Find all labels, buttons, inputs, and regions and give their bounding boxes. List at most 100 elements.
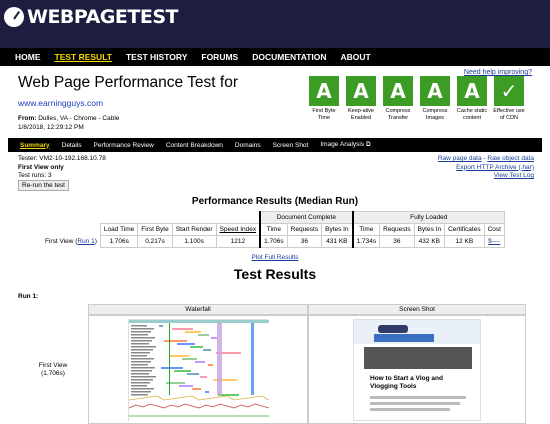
grade-item[interactable]: A First Byte Time: [308, 76, 340, 122]
grade-item[interactable]: A Keep-alive Enabled: [345, 76, 377, 122]
screenshot-hero-image: [364, 347, 472, 369]
site-header: WEBPAGETEST: [0, 0, 550, 48]
logo[interactable]: WEBPAGETEST: [4, 6, 178, 28]
perf-results-title: Performance Results (Median Run): [191, 196, 359, 207]
nav-test-result[interactable]: TEST RESULT: [55, 52, 112, 62]
waterfall-request-bar: [166, 382, 185, 384]
metric-value: 0.217s: [137, 235, 173, 248]
nav-documentation[interactable]: DOCUMENTATION: [252, 52, 326, 62]
grade-badge: ✓: [494, 76, 524, 106]
column-header: Load Time: [99, 223, 139, 236]
waterfall-request-bar: [172, 328, 193, 330]
main-nav: HOME TEST RESULT TEST HISTORY FORUMS DOCUMEN…: [0, 48, 550, 66]
waterfall-request-bar: [185, 331, 201, 333]
screenshot-article-title: How to Start a Vlog and Vlogging Tools: [370, 375, 443, 390]
tester-info: Tester: VM2-10-192.168.10.78 First View …: [18, 155, 106, 181]
tested-url-link[interactable]: www.earningguys.com: [18, 98, 103, 108]
nav-about[interactable]: ABOUT: [341, 52, 371, 62]
screenshot-text-line: [370, 396, 466, 399]
metric-value: 1212: [215, 235, 261, 248]
screenshot-banner: [374, 334, 434, 342]
subnav-tab[interactable]: Summary: [20, 142, 50, 149]
waterfall-request-bar: [161, 367, 183, 369]
export-har-link[interactable]: Export HTTP Archive (.har): [456, 164, 534, 171]
screenshot-text-line: [370, 402, 460, 405]
waterfall-request-label: [131, 367, 155, 369]
tester-id: Tester: VM2-10-192.168.10.78: [18, 155, 106, 162]
test-datetime: 1/8/2018, 12:29:12 PM: [18, 124, 84, 131]
waterfall-request-bar: [213, 379, 237, 381]
waterfall-request-label: [131, 337, 155, 339]
waterfall-request-bar: [164, 340, 187, 342]
waterfall-thumbnail[interactable]: [128, 319, 270, 422]
grade-item[interactable]: A Compress Transfer: [382, 76, 414, 122]
screenshot-thumbnail[interactable]: How to Start a Vlog and Vlogging Tools: [353, 319, 481, 421]
waterfall-request-label: [131, 331, 151, 333]
column-header: Time: [351, 223, 381, 236]
screenshot-site-header: [354, 320, 480, 344]
waterfall-request-bar: [169, 355, 189, 357]
waterfall-request-bar: [205, 391, 209, 393]
start-render-marker: [169, 323, 170, 395]
metric-value: 432 KB: [413, 235, 446, 248]
grade-item[interactable]: ✓ Effective use of CDN: [493, 76, 525, 122]
nav-forums[interactable]: FORUMS: [201, 52, 238, 62]
document-complete-header: Document Complete: [259, 211, 354, 224]
subnav-tab[interactable]: Performance Review: [94, 142, 154, 149]
logo-text: WEBPAGETEST: [27, 6, 178, 28]
test-location: From: Dulles, VA - Chrome - Cable 1/8/20…: [18, 114, 119, 132]
grade-label: Cache static content: [456, 108, 488, 121]
page: WEBPAGETEST HOME TEST RESULT TEST HISTORY F…: [0, 0, 550, 424]
metric-value[interactable]: $----: [483, 235, 505, 248]
subnav-tab[interactable]: Image Analysis ⧉: [320, 141, 370, 149]
grade-label: Keep-alive Enabled: [348, 108, 374, 121]
grade-item[interactable]: A Cache static content: [456, 76, 488, 122]
metric-value: 1.706s: [259, 235, 288, 248]
subnav-tab[interactable]: Details: [62, 142, 82, 149]
column-header: Bytes In: [413, 223, 446, 236]
metric-value: 431 KB: [321, 235, 354, 248]
subnav-tab[interactable]: Content Breakdown: [166, 142, 223, 149]
waterfall-request-label: [131, 325, 147, 327]
column-header[interactable]: Speed Index: [215, 223, 261, 236]
results-subnav: Summary Details Performance Review Content …: [8, 138, 542, 152]
subnav-tab[interactable]: Domains: [235, 142, 261, 149]
waterfall-request-label: [131, 361, 151, 363]
subnav-tab[interactable]: Screen Shot: [273, 142, 309, 149]
waterfall-request-label: [131, 376, 156, 378]
nav-test-history[interactable]: TEST HISTORY: [126, 52, 187, 62]
need-help-link[interactable]: Need help improving?: [464, 69, 532, 76]
grade-label: First Byte Time: [312, 108, 336, 121]
waterfall-request-label: [131, 355, 147, 357]
nav-home[interactable]: HOME: [15, 52, 41, 62]
rerun-button[interactable]: Re-run the test: [18, 180, 69, 191]
raw-page-data-link[interactable]: Raw page data: [438, 155, 482, 162]
run-1-link[interactable]: Run 1: [77, 238, 94, 245]
waterfall-request-label: [131, 352, 150, 354]
waterfall-request-label: [131, 340, 152, 342]
grade-badge: A: [457, 76, 487, 106]
column-header: Requests: [379, 223, 415, 236]
column-header: Bytes In: [321, 223, 354, 236]
grade-item[interactable]: A Compress Images: [419, 76, 451, 122]
waterfall-timeline: [129, 320, 269, 323]
perf-results-table: Document Complete Fully Loaded Load Time…: [42, 211, 505, 248]
screenshot-text-line: [370, 408, 450, 411]
view-test-log-link[interactable]: View Test Log: [494, 172, 534, 179]
column-header: Start Render: [171, 223, 217, 236]
plot-full-results-link[interactable]: Plot Full Results: [8, 254, 542, 261]
waterfall-request-label: [131, 328, 154, 330]
grades-row: A First Byte Time A Keep-alive Enabled A Comp…: [308, 76, 530, 122]
waterfall-request-bar: [211, 337, 217, 339]
column-header: Requests: [286, 223, 323, 236]
test-results-title: Test Results: [233, 266, 317, 282]
metric-value: 36: [379, 235, 415, 248]
screenshot-header: Screen Shot: [308, 304, 526, 315]
waterfall-request-label: [131, 373, 149, 375]
waterfall-request-label: [131, 370, 152, 372]
waterfall-request-label: [131, 379, 153, 381]
waterfall-request-bar: [208, 364, 213, 366]
raw-object-data-link[interactable]: Raw object data: [487, 155, 534, 162]
metric-value: 12 KB: [444, 235, 485, 248]
speedometer-icon: [4, 7, 24, 27]
